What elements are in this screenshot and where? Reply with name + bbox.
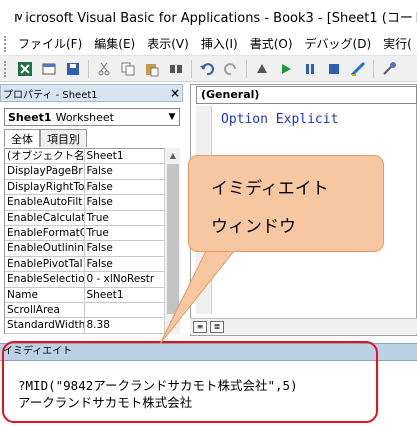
- immediate-window-title: イミディエイト: [0, 343, 417, 361]
- tab-alphabetic[interactable]: 全体: [4, 129, 40, 147]
- toolbar-separator: [246, 59, 247, 78]
- property-name: EnablePivotTal: [7, 256, 85, 272]
- property-row[interactable]: EnableSelectio 0 - xlNoRestr: [5, 272, 165, 288]
- object-dropdown[interactable]: Sheet1 Worksheet ▼: [4, 108, 180, 126]
- properties-tabs: 全体 項目別: [4, 129, 87, 147]
- property-name: EnableOutlinin: [7, 241, 85, 256]
- chevron-down-icon[interactable]: ▼: [165, 109, 179, 125]
- reset-icon[interactable]: [324, 60, 344, 78]
- toolbar-separator: [191, 59, 192, 78]
- property-value[interactable]: 0 - xlNoRestr: [85, 272, 165, 286]
- callout-box: イミディエイト ウィンドウ: [188, 155, 384, 252]
- title-bar: Microsoft Visual Basic for Applications …: [0, 0, 417, 32]
- toolbar-grip-icon[interactable]: [4, 60, 7, 77]
- properties-header: プロパティ - Sheet1 ×: [0, 84, 183, 102]
- menu-view[interactable]: 表示(V): [141, 35, 195, 52]
- excel-icon[interactable]: [15, 60, 35, 78]
- properties-grid: (オブジェクト名) Sheet1 DisplayPageBr False Dis…: [4, 148, 164, 334]
- property-row[interactable]: (オブジェクト名) Sheet1: [5, 149, 165, 165]
- property-name: EnableCalculat: [7, 210, 85, 225]
- paste-icon[interactable]: [142, 60, 162, 78]
- project-explorer-icon[interactable]: [379, 60, 399, 78]
- menu-run[interactable]: 実行(: [377, 35, 417, 52]
- property-row[interactable]: Name Sheet1: [5, 287, 165, 303]
- property-value[interactable]: 8.38: [85, 318, 165, 332]
- toolbar-separator: [88, 59, 89, 78]
- tab-categorized[interactable]: 項目別: [40, 129, 87, 147]
- copy-icon[interactable]: [118, 60, 138, 78]
- toolbar-separator: [373, 59, 374, 78]
- property-row[interactable]: EnableOutlinin False: [5, 241, 165, 257]
- step-icon[interactable]: [252, 60, 272, 78]
- immediate-window[interactable]: ?MID("9842アークランドサカモト株式会社",5) アークランドサカモト株…: [0, 361, 417, 426]
- property-name: DisplayRightTo: [7, 179, 85, 195]
- find-icon[interactable]: [166, 60, 186, 78]
- window-title: Microsoft Visual Basic for Applications …: [14, 10, 417, 26]
- property-row[interactable]: ScrollArea: [5, 302, 165, 319]
- property-name: Name: [5, 287, 85, 302]
- property-row[interactable]: EnableAutoFilt False: [5, 195, 165, 211]
- object-type: Worksheet: [55, 110, 114, 124]
- property-name: EnableAutoFilt: [5, 195, 85, 210]
- run-icon[interactable]: [276, 60, 296, 78]
- property-value[interactable]: False: [85, 195, 165, 209]
- properties-scrollbar[interactable]: ▲ ▼: [164, 148, 180, 334]
- callout-line-2: ウィンドウ: [211, 217, 296, 237]
- procedure-dropdown[interactable]: (General): [196, 86, 417, 104]
- scroll-down-icon[interactable]: ▼: [165, 316, 181, 330]
- property-value[interactable]: False: [85, 164, 165, 178]
- save-icon[interactable]: [63, 60, 83, 78]
- menu-grip-icon[interactable]: [4, 35, 6, 52]
- menu-format[interactable]: 書式(O): [244, 35, 299, 52]
- menu-debug[interactable]: デバッグ(D): [299, 35, 378, 52]
- scroll-thumb[interactable]: [166, 164, 179, 314]
- menu-bar: ファイル(F) 編集(E) 表示(V) 挿入(I) 書式(O) デバッグ(D) …: [0, 32, 417, 56]
- redo-icon[interactable]: [221, 60, 241, 78]
- property-row[interactable]: EnablePivotTal False: [5, 256, 165, 273]
- property-name: ScrollArea: [5, 302, 85, 318]
- property-value[interactable]: [85, 303, 165, 317]
- insert-module-icon[interactable]: [39, 60, 59, 78]
- menu-edit[interactable]: 編集(E): [88, 35, 141, 52]
- property-name: StandardWidth: [7, 318, 85, 333]
- close-icon[interactable]: ×: [168, 86, 182, 100]
- property-name: EnableSelectio: [7, 272, 85, 287]
- immediate-output-line[interactable]: アークランドサカモト株式会社: [18, 392, 192, 411]
- property-row[interactable]: DisplayPageBr False: [5, 164, 165, 180]
- full-module-view-icon[interactable]: ≣: [210, 320, 224, 333]
- callout-line-1: イミディエイト: [211, 179, 329, 199]
- property-value[interactable]: Sheet1: [85, 149, 165, 163]
- code-window-footer: ≡ ≣: [190, 318, 417, 334]
- property-name: (オブジェクト名): [5, 149, 85, 164]
- cut-icon[interactable]: [94, 60, 114, 78]
- menu-insert[interactable]: 挿入(I): [195, 35, 244, 52]
- code-line[interactable]: Option Explicit: [221, 112, 338, 127]
- property-value[interactable]: True: [85, 226, 165, 240]
- property-row[interactable]: EnableCalculat True: [5, 210, 165, 226]
- object-name: Sheet1: [8, 110, 52, 124]
- property-name: DisplayPageBr: [7, 164, 85, 179]
- property-value[interactable]: Sheet1: [85, 288, 165, 302]
- property-row[interactable]: EnableFormatC True: [5, 225, 165, 242]
- menu-file[interactable]: ファイル(F): [12, 35, 88, 52]
- property-value[interactable]: False: [85, 241, 165, 255]
- properties-title: プロパティ - Sheet1: [3, 89, 98, 101]
- property-row[interactable]: DisplayRightTo False: [5, 179, 165, 196]
- property-value[interactable]: False: [85, 180, 165, 194]
- property-value[interactable]: True: [85, 211, 165, 225]
- property-row[interactable]: StandardWidth 8.38: [5, 318, 165, 334]
- undo-icon[interactable]: [197, 60, 217, 78]
- design-mode-icon[interactable]: [348, 60, 368, 78]
- break-icon[interactable]: [300, 60, 320, 78]
- procedure-view-icon[interactable]: ≡: [193, 320, 207, 333]
- property-name: EnableFormatC: [7, 225, 85, 241]
- scroll-up-icon[interactable]: ▲: [165, 148, 181, 162]
- property-value[interactable]: False: [85, 257, 165, 271]
- standard-toolbar: [0, 56, 417, 82]
